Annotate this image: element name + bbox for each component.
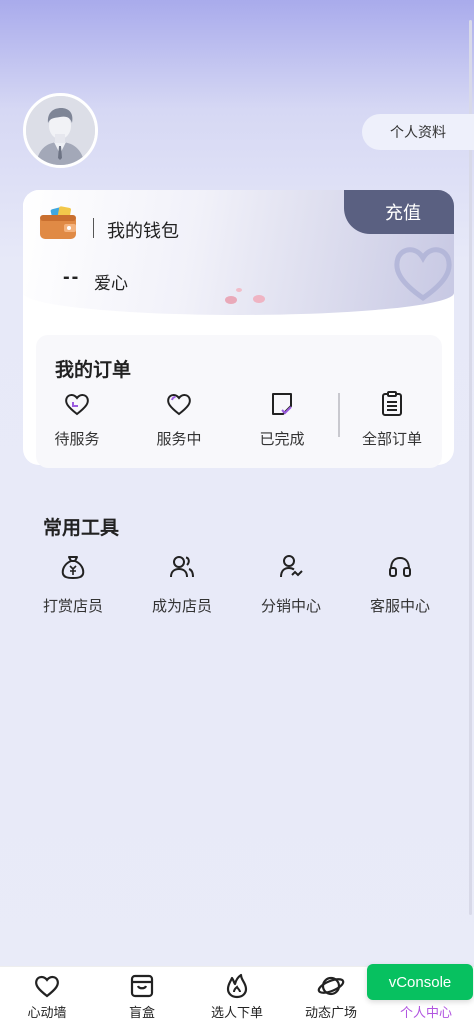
planet-icon: [317, 976, 345, 996]
order-all[interactable]: 全部订单: [352, 390, 432, 449]
tab-select-order-label: 选人下单: [210, 1005, 263, 1020]
recharge-button[interactable]: 充值: [344, 190, 454, 234]
profile-button[interactable]: 个人资料: [362, 114, 474, 150]
heart-check-icon: [65, 394, 89, 416]
tab-profile-center-label: 个人中心: [399, 1005, 452, 1020]
orders-title: 我的订单: [55, 360, 132, 381]
tool-customer-service-label: 客服中心: [369, 598, 430, 615]
scrollbar[interactable]: [469, 20, 472, 915]
tab-select-order[interactable]: 选人下单: [197, 973, 277, 1021]
clipboard-list-icon: [382, 391, 402, 416]
tab-blind-box-label: 盲盒: [128, 1005, 155, 1020]
heart-icon: [35, 975, 59, 998]
document-check-icon: [272, 393, 292, 415]
flame-icon: [226, 973, 248, 999]
box-icon: [130, 974, 154, 998]
order-all-label: 全部订单: [361, 431, 422, 448]
tool-become-staff[interactable]: 成为店员: [137, 553, 227, 616]
wallet-separator: [93, 218, 94, 238]
tool-become-staff-label: 成为店员: [151, 598, 212, 615]
tool-tip-staff[interactable]: 打赏店员: [28, 553, 118, 616]
tab-moments-plaza[interactable]: 动态广场: [291, 973, 371, 1021]
headset-icon: [389, 556, 411, 577]
vconsole-label: vConsole: [388, 973, 452, 991]
tool-distribution-center[interactable]: 分销中心: [246, 553, 336, 616]
avatar[interactable]: [23, 93, 98, 168]
order-completed-label: 已完成: [259, 431, 305, 448]
tab-blind-box[interactable]: 盲盒: [102, 973, 182, 1021]
tool-customer-service[interactable]: 客服中心: [355, 553, 445, 616]
users-icon: [170, 556, 194, 578]
wallet-title: 我的钱包: [107, 221, 179, 241]
vconsole-button[interactable]: vConsole: [367, 964, 473, 1000]
tool-tip-staff-label: 打赏店员: [42, 598, 103, 615]
wallet-banner[interactable]: 充值 我的钱包 -- 爱心: [23, 190, 454, 315]
heart-decoration-icon: [394, 247, 452, 302]
tool-distribution-center-label: 分销中心: [260, 598, 321, 615]
wallet-icon: [38, 206, 80, 245]
heart-icon: [167, 394, 191, 416]
recharge-label: 充值: [385, 203, 421, 223]
money-bag-icon: [61, 556, 85, 580]
wallet-unit: 爱心: [94, 274, 128, 293]
order-in-service-label: 服务中: [156, 431, 202, 448]
orders-section: 我的订单 待服务 服务中 已完成 全部订单: [36, 335, 442, 468]
order-completed[interactable]: 已完成: [242, 390, 322, 449]
tab-heart-wall[interactable]: 心动墙: [7, 973, 87, 1021]
profile-button-label: 个人资料: [390, 124, 446, 140]
order-in-service[interactable]: 服务中: [139, 390, 219, 449]
tab-moments-plaza-label: 动态广场: [304, 1005, 357, 1020]
tools-title: 常用工具: [43, 518, 120, 539]
order-pending-label: 待服务: [54, 431, 100, 448]
orders-divider: [338, 393, 340, 437]
user-share-icon: [280, 555, 303, 578]
order-pending[interactable]: 待服务: [37, 390, 117, 449]
avatar-placeholder-icon: [26, 96, 95, 165]
petals-decoration-icon: [225, 288, 265, 304]
tab-heart-wall-label: 心动墙: [27, 1005, 67, 1020]
wallet-balance: --: [63, 266, 81, 288]
